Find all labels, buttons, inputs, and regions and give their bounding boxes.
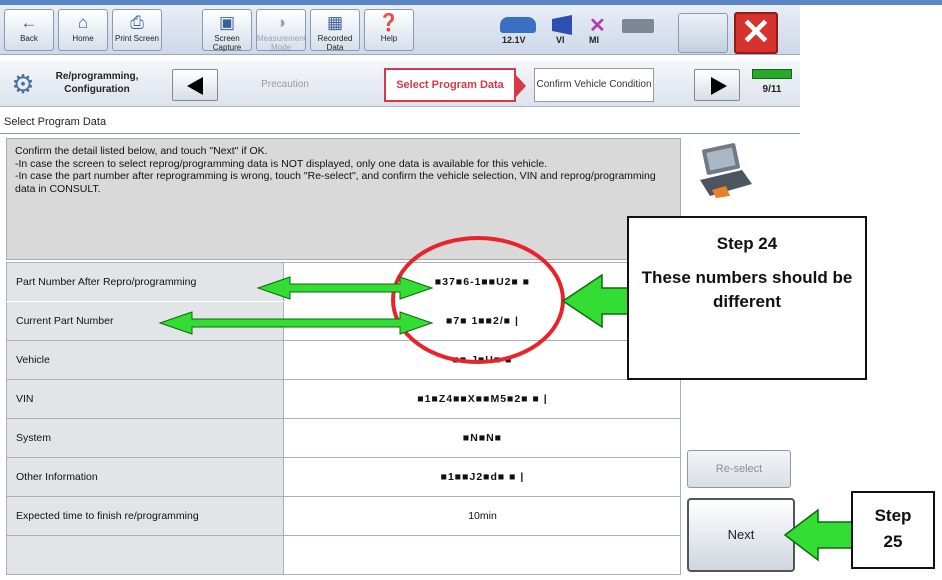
- table-row: [6, 536, 681, 575]
- table-row: Vehicle ■■ J■U■ ■: [6, 341, 681, 380]
- progress-text: 9/11: [762, 84, 782, 95]
- reprogramming-icon: ⚙: [11, 69, 35, 99]
- help-icon: ❓: [378, 13, 400, 32]
- chevron-left-icon: [187, 77, 203, 95]
- instruction-line: Confirm the detail listed below, and tou…: [15, 145, 268, 157]
- step-navigation: ⚙ Re/programming, Configuration Precauti…: [0, 61, 800, 107]
- row-value: ■1■Z4■■X■■M5■2■ ■ |: [285, 380, 680, 418]
- row-label: VIN: [7, 380, 284, 418]
- table-row: Other Information ■1■■J2■d■ ■ |: [6, 458, 681, 497]
- mode-label: Re/programming, Configuration: [55, 71, 139, 95]
- instruction-panel: Confirm the detail listed below, and tou…: [6, 138, 681, 260]
- row-label: Part Number After Repro/programming: [7, 263, 284, 301]
- row-label: Current Part Number: [7, 302, 284, 340]
- back-arrow-icon: ←: [20, 13, 38, 32]
- table-row: VIN ■1■Z4■■X■■M5■2■ ■ |: [6, 380, 681, 419]
- printer-icon: ⎙: [130, 13, 144, 32]
- home-button[interactable]: ⌂ Home: [58, 9, 108, 51]
- row-value: [285, 536, 680, 574]
- reselect-button[interactable]: Re-select: [687, 450, 791, 488]
- vi-label: VI: [556, 35, 565, 45]
- row-label: System: [7, 419, 284, 457]
- next-step-button[interactable]: [694, 69, 740, 101]
- home-icon: ⌂: [77, 13, 89, 32]
- close-button[interactable]: ✕: [734, 12, 778, 54]
- page-title: Select Program Data: [4, 116, 107, 128]
- back-button[interactable]: ← Back: [4, 9, 54, 51]
- battery-icon: [622, 19, 654, 33]
- close-icon: ✕: [740, 11, 772, 52]
- vi-icon: [552, 15, 572, 35]
- recorded-data-button[interactable]: ▦ Recorded Data: [310, 9, 360, 52]
- step-select-program-data: Select Program Data: [384, 68, 526, 102]
- recorded-data-icon: ▦: [326, 13, 344, 32]
- row-value: ■7■ 1■■2/■ |: [285, 302, 680, 340]
- row-value: ■1■■J2■d■ ■ |: [285, 458, 680, 496]
- table-row: System ■N■N■: [6, 419, 681, 458]
- row-value: ■■ J■U■ ■: [285, 341, 680, 379]
- table-row: Expected time to finish re/programming 1…: [6, 497, 681, 536]
- pointer-arrow: [783, 508, 857, 562]
- previous-step-button[interactable]: [172, 69, 218, 101]
- minimize-button[interactable]: [678, 13, 728, 53]
- step-25-callout: Step 25: [851, 491, 935, 569]
- row-value: ■37■6-1■■U2■ ■: [285, 263, 680, 301]
- table-row: Part Number After Repro/programming ■37■…: [6, 262, 681, 301]
- laptop-icon: [700, 143, 752, 198]
- step-precaution: Precaution: [261, 79, 309, 90]
- step-progress: 9/11: [748, 66, 796, 102]
- car-icon: [500, 17, 536, 33]
- callout-line: 25: [883, 532, 903, 551]
- help-button[interactable]: ❓ Help: [364, 9, 414, 51]
- row-value: 10min: [285, 497, 680, 535]
- print-screen-button[interactable]: ⎙ Print Screen: [112, 9, 162, 51]
- chevron-right-icon: [711, 77, 727, 95]
- callout-line: Step: [874, 506, 912, 525]
- camera-icon: ▣: [218, 13, 236, 32]
- callout-text: These numbers should be different: [641, 268, 853, 311]
- next-button[interactable]: Next: [687, 498, 795, 572]
- table-row: Current Part Number ■7■ 1■■2/■ |: [6, 302, 681, 341]
- instruction-line: -In case the screen to select reprog/pro…: [15, 157, 548, 170]
- instruction-line: -In case the part number after reprogram…: [15, 170, 656, 195]
- measurement-mode-button[interactable]: ◑ Measurement Mode: [256, 9, 306, 52]
- row-label: Vehicle: [7, 341, 284, 379]
- heading-divider: [0, 133, 800, 134]
- row-value: ■N■N■: [285, 419, 680, 457]
- meter-icon: ◑: [275, 13, 287, 32]
- voltage-readout: 12.1V: [502, 35, 526, 45]
- mi-label: MI: [589, 35, 599, 45]
- step-24-callout: Step 24 These numbers should be differen…: [627, 216, 867, 380]
- row-label: [7, 536, 284, 574]
- toolbar: ← Back ⌂ Home ⎙ Print Screen ▣ Screen Ca…: [0, 5, 800, 55]
- callout-title: Step 24: [716, 234, 778, 253]
- screen-capture-button[interactable]: ▣ Screen Capture: [202, 9, 252, 52]
- step-confirm-vehicle-condition: Confirm Vehicle Condition: [534, 68, 654, 102]
- row-label: Other Information: [7, 458, 284, 496]
- row-label: Expected time to finish re/programming: [7, 497, 284, 535]
- progress-bar: [752, 69, 792, 79]
